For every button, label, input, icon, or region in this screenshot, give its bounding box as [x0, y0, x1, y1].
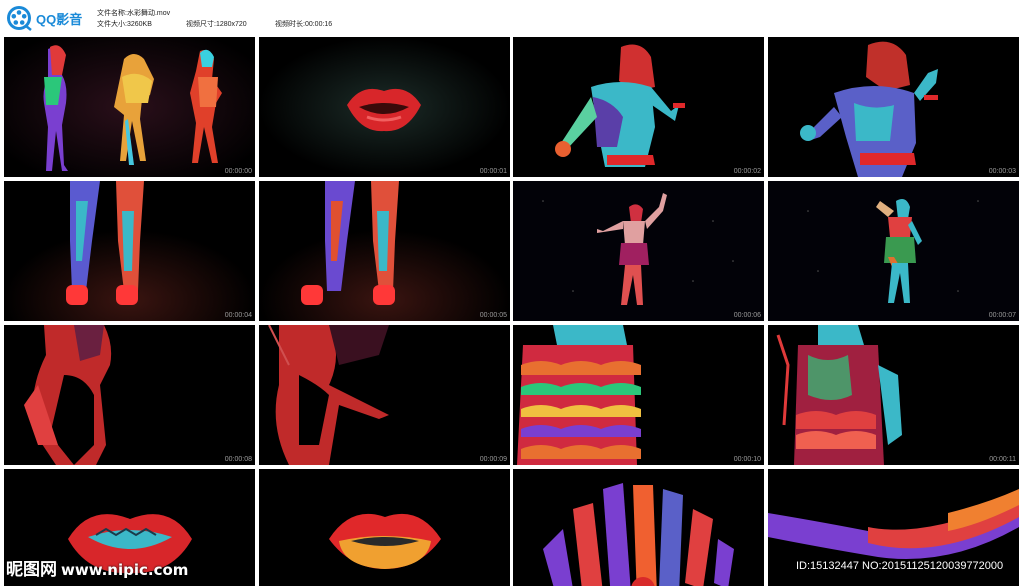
watermark: 昵图网 www.nipic.com — [6, 555, 188, 580]
abstract-stripes-image — [513, 469, 764, 586]
timestamp: 00:00:05 — [479, 312, 507, 319]
video-dim-label: 视频尺寸: — [186, 21, 216, 28]
film-reel-icon — [7, 6, 32, 31]
thumbnail-frame[interactable]: 00:00:04 — [4, 181, 255, 321]
thumbnail-frame[interactable]: 00:00:02 — [513, 37, 764, 177]
app-name: QQ影音 — [36, 11, 83, 27]
hair-closeup-image — [4, 325, 255, 465]
timestamp: 00:00:03 — [988, 168, 1016, 175]
skirt-ruffles-image — [513, 325, 764, 465]
file-name-row: 文件名称:水彩舞动.mov — [97, 8, 170, 19]
video-duration-label: 视频时长: — [275, 21, 305, 28]
file-size-label: 文件大小: — [97, 21, 127, 28]
timestamp: 00:00:04 — [224, 312, 252, 319]
file-name-label: 文件名称: — [97, 10, 127, 17]
legs-image — [4, 181, 255, 321]
file-name-value: 水彩舞动.mov — [126, 10, 171, 17]
watermark-site-name: 昵图网 — [6, 560, 57, 580]
timestamp: 00:00:00 — [224, 168, 252, 175]
legs-image — [259, 181, 510, 321]
watermark-url: www.nipic.com — [61, 561, 189, 579]
dancer-full-image — [768, 181, 1019, 321]
timestamp: 00:00:07 — [988, 312, 1016, 319]
timestamp: 00:00:11 — [989, 456, 1016, 463]
thumbnail-grid: 00:00:00 00:00:01 00:00:02 00:00:03 00:0… — [4, 37, 1020, 586]
file-size-row: 文件大小:3260KB — [97, 19, 152, 30]
file-info-header: QQ影音 文件名称:水彩舞动.mov 文件大小:3260KB 视频尺寸:1280… — [0, 0, 1024, 36]
thumbnail-frame[interactable]: 00:00:07 — [768, 181, 1019, 321]
timestamp: 00:00:10 — [733, 456, 761, 463]
thumbnail-frame[interactable]: 00:00:08 — [4, 325, 255, 465]
three-dancers-image — [4, 37, 255, 177]
timestamp: 00:00:02 — [733, 168, 761, 175]
file-size-value: 3260KB — [126, 21, 152, 28]
image-id-text: ID:15132447 NO:20151125120039772000 — [796, 560, 1004, 572]
thumbnail-frame[interactable] — [513, 469, 764, 586]
thumbnail-frame[interactable]: 00:00:01 — [259, 37, 510, 177]
video-duration-value: 00:00:16 — [304, 21, 333, 28]
thumbnail-frame[interactable]: 00:00:11 — [768, 325, 1019, 465]
lips-yellow-image — [259, 469, 510, 586]
dancer-full-image — [513, 181, 764, 321]
timestamp: 00:00:09 — [479, 456, 507, 463]
thumbnail-frame[interactable]: 00:00:00 — [4, 37, 255, 177]
thumbnail-frame[interactable]: 00:00:09 — [259, 325, 510, 465]
app-logo: QQ影音 — [6, 5, 82, 31]
lips-glow-image — [259, 37, 510, 177]
hair-closeup-image — [259, 325, 510, 465]
timestamp: 00:00:01 — [479, 168, 507, 175]
video-dim-row: 视频尺寸:1280x720 — [186, 19, 247, 30]
skirt-ruffles-image — [768, 325, 1019, 465]
timestamp: 00:00:08 — [224, 456, 252, 463]
video-dim-value: 1280x720 — [215, 21, 247, 28]
thumbnail-frame[interactable]: 00:00:05 — [259, 181, 510, 321]
thumbnail-frame[interactable] — [259, 469, 510, 586]
dancer-back-image — [768, 37, 1019, 177]
thumbnail-frame[interactable]: 00:00:03 — [768, 37, 1019, 177]
thumbnail-frame[interactable]: 00:00:06 — [513, 181, 764, 321]
video-duration-row: 视频时长:00:00:16 — [275, 19, 332, 30]
thumbnail-frame[interactable]: 00:00:10 — [513, 325, 764, 465]
timestamp: 00:00:06 — [733, 312, 761, 319]
dancer-back-image — [513, 37, 764, 177]
